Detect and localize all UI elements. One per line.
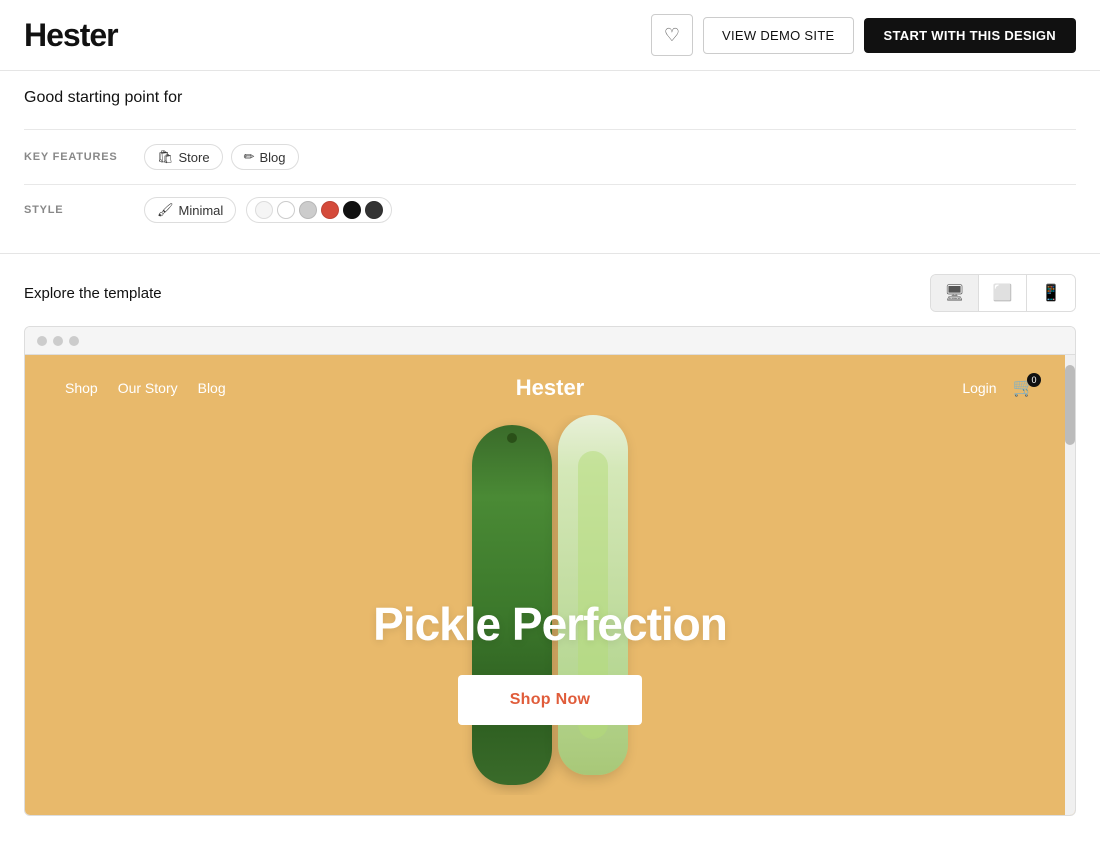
template-nav-shop[interactable]: Shop — [65, 380, 98, 396]
style-row: STYLE 🖌 Minimal — [24, 184, 1076, 235]
color-swatch-3[interactable] — [299, 201, 317, 219]
mobile-device-button[interactable]: 📱 — [1027, 275, 1075, 311]
browser-dot-green — [69, 336, 79, 346]
template-cart[interactable]: 🛒 0 — [1013, 377, 1035, 398]
scrollbar-track[interactable] — [1065, 355, 1075, 815]
desktop-device-button[interactable]: 🖥 — [931, 275, 979, 311]
meta-section: Good starting point for KEY FEATURES 🛍 S… — [0, 71, 1100, 254]
desktop-icon: 🖥 — [944, 283, 964, 303]
template-nav: Shop Our Story Blog Hester Login 🛒 0 — [25, 355, 1075, 420]
shop-now-button[interactable]: Shop Now — [458, 675, 643, 725]
tablet-icon: ⬜ — [993, 283, 1013, 303]
explore-header: Explore the template 🖥 ⬜ 📱 — [0, 254, 1100, 326]
favorite-button[interactable]: ♡ — [651, 14, 693, 56]
color-swatch-2[interactable] — [277, 201, 295, 219]
browser-dot-yellow — [53, 336, 63, 346]
template-nav-left: Shop Our Story Blog — [65, 380, 226, 396]
blog-icon: ✏ — [244, 149, 255, 165]
key-features-label: KEY FEATURES — [24, 151, 144, 163]
device-toggle: 🖥 ⬜ 📱 — [930, 274, 1076, 312]
template-nav-blog[interactable]: Blog — [198, 380, 226, 396]
template-login[interactable]: Login — [962, 380, 996, 396]
feature-blog-label: Blog — [260, 150, 286, 165]
browser-bar — [25, 327, 1075, 355]
color-swatch-1[interactable] — [255, 201, 273, 219]
template-preview: Shop Our Story Blog Hester Login 🛒 0 Pic… — [25, 355, 1075, 815]
browser-dot-red — [37, 336, 47, 346]
cart-count: 0 — [1027, 373, 1041, 387]
style-label: STYLE — [24, 204, 144, 216]
style-icon: 🖌 — [157, 202, 174, 218]
page-title: Hester — [24, 17, 118, 54]
heart-icon: ♡ — [664, 25, 680, 46]
feature-store: 🛍 Store — [144, 144, 223, 170]
preview-container: Shop Our Story Blog Hester Login 🛒 0 Pic… — [24, 326, 1076, 816]
template-nav-right: Login 🛒 0 — [962, 377, 1035, 398]
store-icon: 🛍 — [157, 149, 174, 165]
features-list: 🛍 Store ✏ Blog — [144, 144, 299, 170]
color-swatches — [246, 197, 392, 223]
explore-title: Explore the template — [24, 285, 162, 302]
hero-headline: Pickle Perfection — [25, 597, 1075, 651]
template-nav-ourstory[interactable]: Our Story — [118, 380, 178, 396]
key-features-row: KEY FEATURES 🛍 Store ✏ Blog — [24, 129, 1076, 184]
color-swatch-6[interactable] — [365, 201, 383, 219]
view-demo-button[interactable]: VIEW DEMO SITE — [703, 17, 854, 54]
template-brand: Hester — [516, 375, 584, 401]
color-swatch-5[interactable] — [343, 201, 361, 219]
style-tag-label: Minimal — [179, 203, 224, 218]
feature-blog: ✏ Blog — [231, 144, 299, 170]
feature-store-label: Store — [179, 150, 210, 165]
hero-text: Pickle Perfection Shop Now — [25, 597, 1075, 725]
color-swatch-4[interactable] — [321, 201, 339, 219]
top-header: Hester ♡ VIEW DEMO SITE START WITH THIS … — [0, 0, 1100, 71]
style-tag: 🖌 Minimal — [144, 197, 236, 223]
tablet-device-button[interactable]: ⬜ — [979, 275, 1027, 311]
header-actions: ♡ VIEW DEMO SITE START WITH THIS DESIGN — [651, 14, 1076, 56]
good-for-label: Good starting point for — [24, 89, 1076, 107]
start-design-button[interactable]: START WITH THIS DESIGN — [864, 18, 1076, 53]
mobile-icon: 📱 — [1041, 283, 1061, 303]
